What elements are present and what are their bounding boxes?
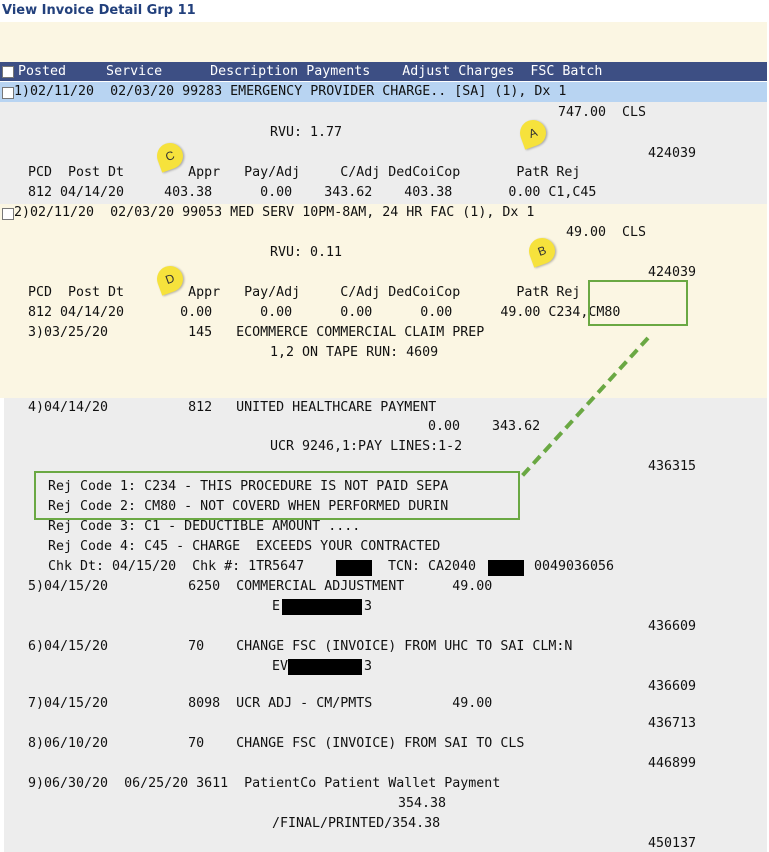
- connector-arrow: [520, 336, 650, 478]
